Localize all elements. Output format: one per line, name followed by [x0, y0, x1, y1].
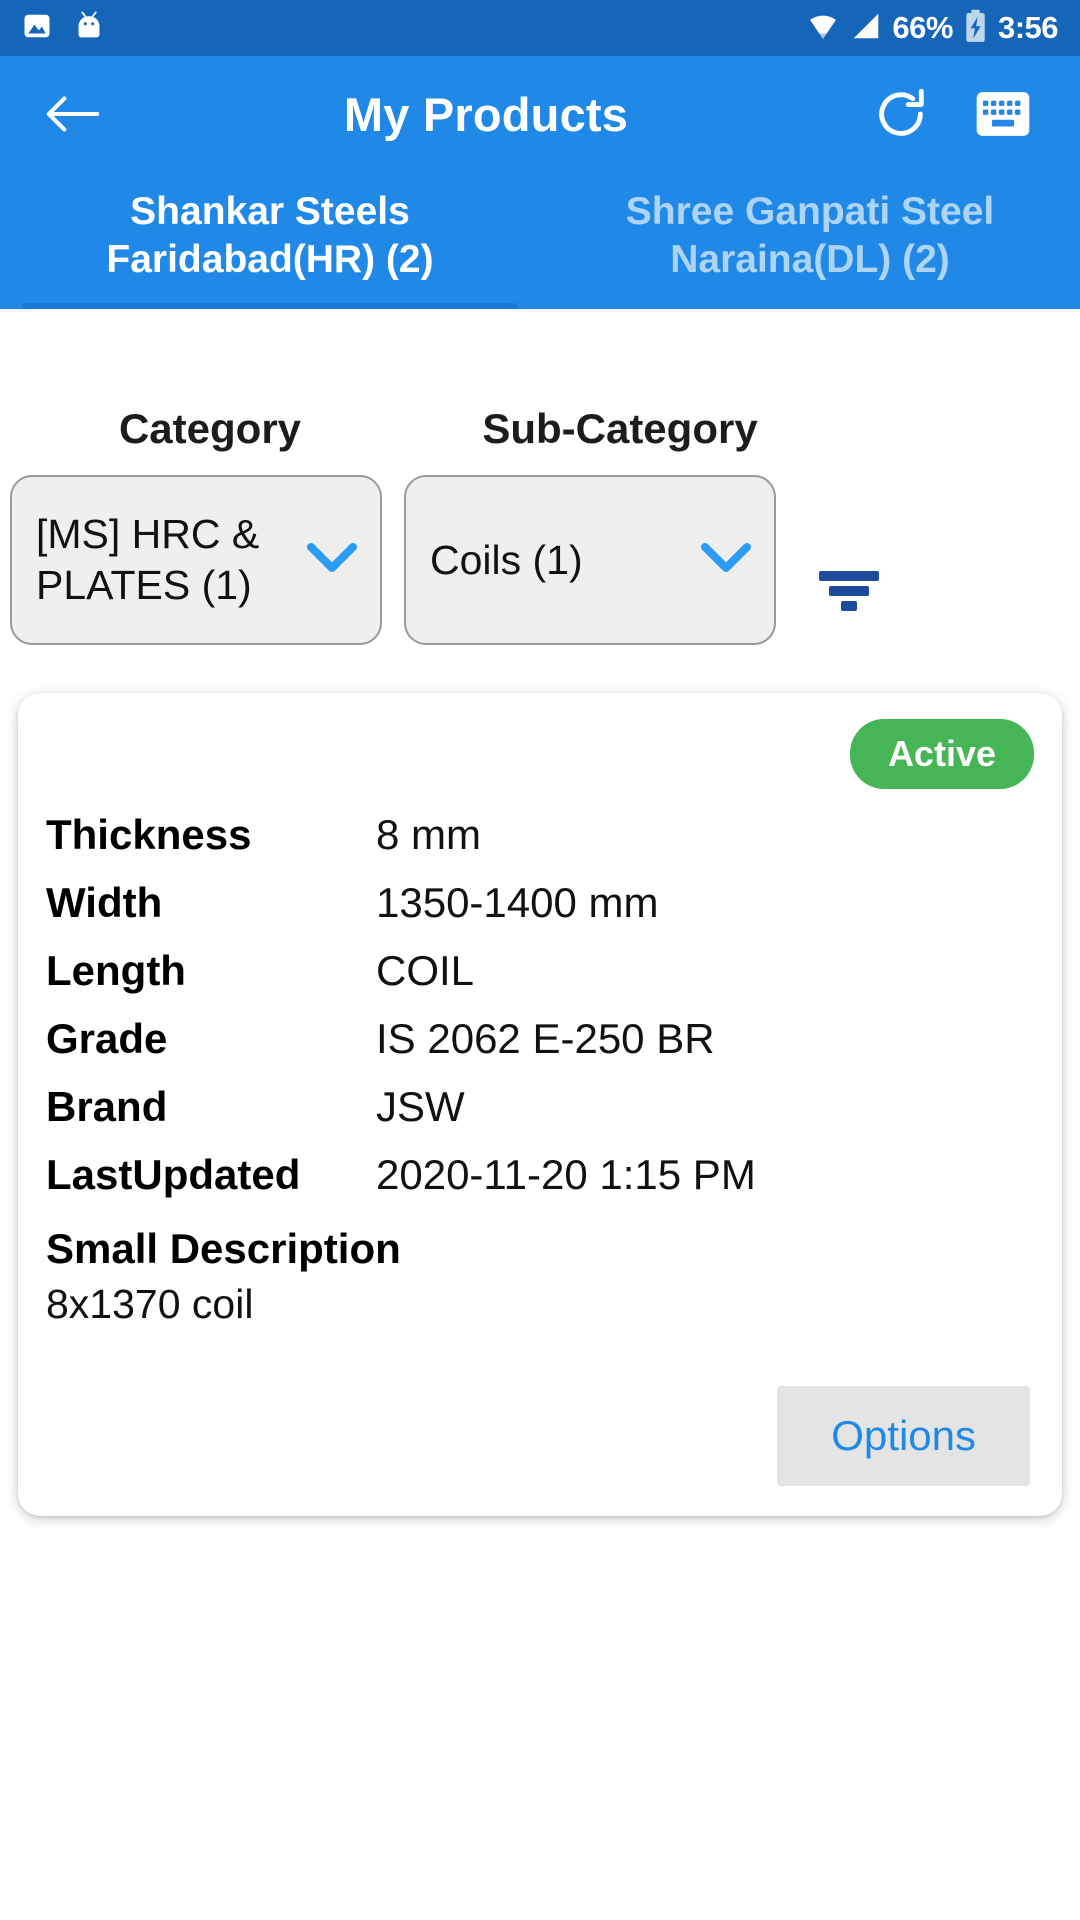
status-bar-right-icons: 66% 3:56	[806, 9, 1059, 48]
subcategory-label: Sub-Category	[482, 405, 758, 453]
status-bar-clock: 3:56	[997, 10, 1059, 45]
table-row: Thickness 8 mm	[46, 811, 1034, 859]
tab-1-line2: Naraina(DL) (2)	[670, 237, 950, 281]
spec-key-length: Length	[46, 947, 186, 995]
company-tabs: Shankar Steels Faridabad(HR) (2) Shree G…	[0, 172, 1080, 310]
tab-shree-ganpati-steel[interactable]: Shree Ganpati Steel Naraina(DL) (2)	[540, 172, 1080, 309]
spec-value-grade: IS 2062 E-250 BR	[376, 1015, 715, 1063]
tab-0-line2: Faridabad(HR) (2)	[106, 237, 434, 281]
tab-0-line1: Shankar Steels	[130, 190, 410, 233]
spec-value-length: COIL	[376, 947, 475, 995]
category-dropdown[interactable]: [MS] HRC & PLATES (1)	[10, 475, 382, 646]
category-label: Category	[118, 405, 302, 453]
category-dropdown-value: [MS] HRC & PLATES (1)	[36, 511, 260, 609]
battery-percent-label: 66%	[892, 10, 953, 45]
status-bar-left-icons	[22, 10, 104, 47]
app-bar-actions	[872, 85, 1032, 143]
status-bar: 66% 3:56	[0, 0, 1080, 56]
keyboard-icon[interactable]	[974, 89, 1032, 139]
status-badge: Active	[849, 719, 1034, 790]
product-list: Active Thickness 8 mm Width 1350-1400 mm…	[0, 645, 1080, 1517]
tab-1-line1: Shree Ganpati Steel	[625, 190, 995, 233]
product-card[interactable]: Active Thickness 8 mm Width 1350-1400 mm…	[18, 693, 1062, 1517]
chevron-down-icon	[306, 541, 358, 580]
filter-labels-row: Category Sub-Category	[0, 405, 1080, 453]
small-description-value: 8x1370 coil	[46, 1281, 254, 1328]
filter-controls-row: [MS] HRC & PLATES (1) Coils (1)	[0, 453, 1080, 646]
battery-charging-icon	[963, 9, 988, 48]
spec-key-thickness: Thickness	[46, 811, 252, 859]
subcategory-dropdown[interactable]: Coils (1)	[404, 475, 776, 646]
app-bar: My Products Shankar Steels Faridabad(HR)…	[0, 56, 1080, 310]
spec-key-lastupdated: LastUpdated	[46, 1151, 301, 1199]
product-spec-list: Thickness 8 mm Width 1350-1400 mm Length…	[46, 811, 1034, 1199]
table-row: Grade IS 2062 E-250 BR	[46, 1015, 1034, 1063]
options-button[interactable]: Options	[777, 1386, 1030, 1487]
small-description-label: Small Description	[46, 1225, 401, 1273]
refresh-icon[interactable]	[872, 85, 930, 143]
filter-area: Category Sub-Category [MS] HRC & PLATES …	[0, 309, 1080, 646]
chevron-down-icon	[700, 541, 752, 580]
subcategory-dropdown-value: Coils (1)	[430, 536, 583, 583]
table-row: Length COIL	[46, 947, 1034, 995]
tab-active-indicator	[21, 303, 519, 310]
card-actions: Options	[46, 1386, 1034, 1487]
back-button[interactable]	[34, 76, 110, 152]
spec-value-width: 1350-1400 mm	[376, 879, 659, 927]
spec-value-lastupdated: 2020-11-20 1:15 PM	[376, 1151, 756, 1199]
signal-icon	[850, 11, 882, 46]
spec-key-width: Width	[46, 879, 163, 927]
app-bar-top-row: My Products	[0, 56, 1080, 172]
tab-shankar-steels[interactable]: Shankar Steels Faridabad(HR) (2)	[0, 172, 540, 310]
spec-key-brand: Brand	[46, 1083, 168, 1131]
spec-value-brand: JSW	[376, 1083, 465, 1131]
spec-value-thickness: 8 mm	[376, 811, 481, 859]
table-row: Width 1350-1400 mm	[46, 879, 1034, 927]
table-row: LastUpdated 2020-11-20 1:15 PM	[46, 1151, 1034, 1199]
status-badge-row: Active	[46, 719, 1034, 790]
page-title: My Products	[343, 87, 629, 141]
android-mascot-icon	[74, 10, 104, 47]
image-icon	[22, 11, 52, 46]
filter-button[interactable]	[804, 561, 894, 622]
filter-icon	[813, 561, 885, 622]
wifi-icon	[806, 11, 840, 46]
spec-key-grade: Grade	[46, 1015, 168, 1063]
table-row: Brand JSW	[46, 1083, 1034, 1131]
